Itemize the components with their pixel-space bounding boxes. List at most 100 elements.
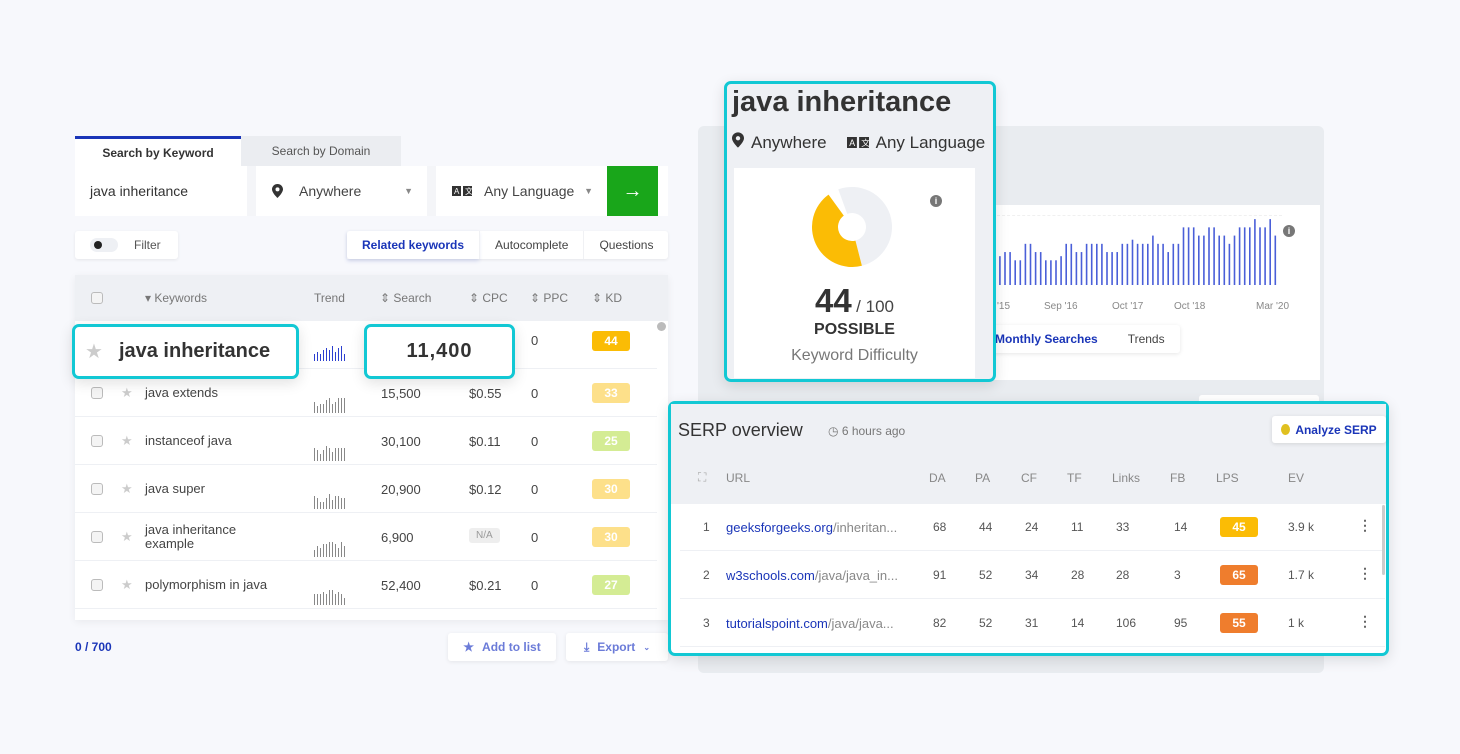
chart-bar[interactable] (1080, 252, 1083, 285)
row-checkbox[interactable] (91, 435, 103, 447)
tab-monthly-searches[interactable]: Monthly Searches (980, 325, 1113, 353)
chart-bar[interactable] (1254, 219, 1256, 285)
chart-bar[interactable] (1070, 243, 1073, 285)
tab-related-keywords[interactable]: Related keywords (347, 231, 479, 259)
chart-bar[interactable] (1243, 227, 1246, 285)
chart-bar[interactable] (1039, 252, 1042, 285)
chart-bar[interactable] (999, 256, 1001, 285)
star-icon[interactable]: ★ (121, 577, 133, 593)
info-icon[interactable]: i (930, 195, 942, 207)
chart-bar[interactable] (1152, 235, 1154, 285)
select-all-checkbox[interactable] (91, 292, 103, 304)
chart-bar[interactable] (1019, 260, 1022, 285)
chart-bar[interactable] (1126, 243, 1129, 285)
sort-keywords-header[interactable]: ▾ Keywords (145, 291, 207, 305)
sort-search-header[interactable]: ⇕ Search (380, 291, 431, 305)
location-select[interactable]: Anywhere ▼ (256, 166, 427, 216)
table-row[interactable]: ★ polymorphism in java 52,400 $0.21 0 27 (75, 561, 657, 609)
expand-icon[interactable]: ⛶ (698, 470, 706, 485)
tab-trends[interactable]: Trends (1113, 325, 1180, 353)
chart-bar[interactable] (1147, 243, 1149, 285)
table-scrollbar[interactable] (657, 322, 666, 331)
tab-search-by-domain[interactable]: Search by Domain (241, 136, 401, 166)
sort-ppc-header[interactable]: ⇕ PPC (530, 291, 568, 305)
chart-bar[interactable] (1065, 243, 1067, 285)
star-icon[interactable]: ★ (121, 481, 133, 497)
chart-bar[interactable] (1223, 235, 1226, 285)
sort-kd-header[interactable]: ⇕ KD (592, 291, 622, 305)
table-row[interactable]: ★ java inheritance example 6,900 N/A 0 3… (75, 513, 657, 561)
row-checkbox[interactable] (91, 483, 103, 495)
toggle-switch[interactable] (90, 238, 118, 252)
chart-bar[interactable] (1101, 243, 1103, 285)
chart-bar[interactable] (1162, 243, 1164, 285)
chart-bar[interactable] (1249, 227, 1251, 285)
keyword-text[interactable]: polymorphism in java (145, 578, 275, 592)
chart-bar[interactable] (1029, 243, 1032, 285)
chart-bar[interactable] (1192, 227, 1195, 285)
keyword-input[interactable]: java inheritance (75, 166, 247, 216)
chart-bar[interactable] (1085, 243, 1088, 285)
chart-bar[interactable] (1141, 243, 1144, 285)
chart-bar[interactable] (1269, 219, 1271, 285)
serp-url-link[interactable]: geeksforgeeks.org/inheritan... (726, 520, 897, 535)
chart-bar[interactable] (1274, 235, 1277, 285)
chart-bar[interactable] (1167, 252, 1169, 285)
star-icon[interactable]: ★ (121, 433, 133, 449)
chart-bar[interactable] (1198, 235, 1200, 285)
table-row[interactable]: ★ java super 20,900 $0.12 0 30 (75, 465, 657, 513)
chart-bar[interactable] (1264, 227, 1266, 285)
star-icon[interactable]: ★ (121, 385, 133, 401)
chart-bar[interactable] (1177, 243, 1180, 285)
chart-bar[interactable] (1090, 243, 1093, 285)
chart-bar[interactable] (1121, 243, 1124, 285)
chart-bar[interactable] (1259, 227, 1261, 285)
more-options-icon[interactable]: ⋮ (1358, 565, 1372, 582)
chart-bar[interactable] (1111, 252, 1113, 285)
star-icon[interactable]: ★ (85, 339, 103, 364)
keyword-text[interactable]: java inheritance example (145, 523, 275, 551)
language-select[interactable]: A文 Any Language ▼ (436, 166, 607, 216)
keyword-text[interactable]: java super (145, 482, 275, 496)
chart-bar[interactable] (1024, 243, 1027, 285)
chart-bar[interactable] (1131, 239, 1134, 285)
filter-toggle[interactable]: Filter (75, 231, 178, 259)
add-to-list-button[interactable]: ★ Add to list (448, 633, 556, 661)
serp-url-link[interactable]: w3schools.com/java/java_in... (726, 568, 898, 583)
serp-url-link[interactable]: tutorialspoint.com/java/java... (726, 616, 894, 631)
row-checkbox[interactable] (91, 579, 103, 591)
table-row[interactable]: ★ instanceof java 30,100 $0.11 0 25 (75, 417, 657, 465)
chart-bar[interactable] (1050, 260, 1052, 285)
chart-bar[interactable] (1187, 227, 1190, 285)
keyword-text[interactable]: java extends (145, 386, 275, 400)
search-submit-button[interactable]: → (607, 166, 658, 216)
keyword-text[interactable]: instanceof java (145, 434, 275, 448)
chart-bar[interactable] (1045, 260, 1047, 285)
chart-bar[interactable] (1172, 243, 1175, 285)
row-checkbox[interactable] (91, 531, 103, 543)
chart-bar[interactable] (1004, 252, 1006, 285)
chart-bar[interactable] (1218, 235, 1220, 285)
more-options-icon[interactable]: ⋮ (1358, 613, 1372, 630)
chart-bar[interactable] (1208, 227, 1210, 285)
chart-bar[interactable] (1182, 227, 1185, 285)
chart-bar[interactable] (1060, 256, 1062, 285)
tab-search-by-keyword[interactable]: Search by Keyword (75, 136, 241, 166)
export-button[interactable]: ⤓ Export ⌄ (566, 633, 668, 661)
sort-cpc-header[interactable]: ⇕ CPC (469, 291, 508, 305)
more-options-icon[interactable]: ⋮ (1358, 517, 1372, 534)
row-checkbox[interactable] (91, 387, 103, 399)
chart-bar[interactable] (1075, 252, 1078, 285)
info-icon[interactable]: i (1283, 225, 1295, 237)
chart-bar[interactable] (1213, 227, 1215, 285)
chart-bar[interactable] (1203, 235, 1205, 285)
star-icon[interactable]: ★ (121, 529, 133, 545)
chart-bar[interactable] (1136, 243, 1139, 285)
highlight-keyword[interactable]: ★ java inheritance (72, 324, 299, 379)
chart-bar[interactable] (1157, 243, 1159, 285)
chart-bar[interactable] (1055, 260, 1057, 285)
chart-bar[interactable] (1106, 252, 1108, 285)
chart-bar[interactable] (1116, 252, 1118, 285)
analyze-serp-button[interactable]: Analyze SERP (1272, 416, 1386, 443)
chart-bar[interactable] (1238, 227, 1241, 285)
